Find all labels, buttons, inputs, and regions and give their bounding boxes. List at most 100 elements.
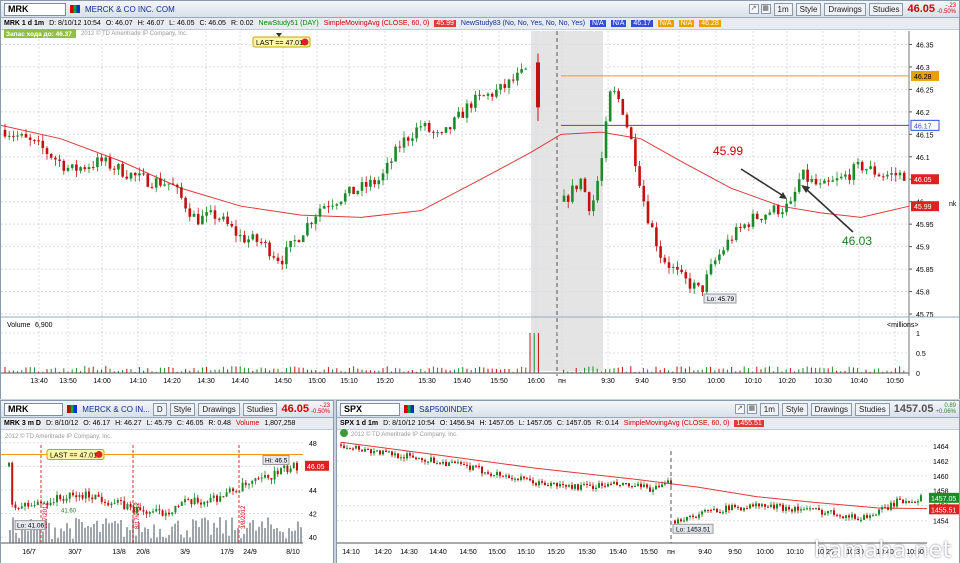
candle	[484, 472, 486, 474]
candle	[175, 184, 179, 188]
candle	[268, 242, 271, 257]
volume-bar	[189, 537, 191, 543]
symbol-input[interactable]: MRK	[4, 402, 64, 416]
flag-icon	[67, 405, 78, 413]
link-icon[interactable]: ↗	[734, 404, 745, 414]
close-icon	[95, 450, 103, 458]
candle	[235, 491, 238, 493]
candle	[842, 516, 844, 519]
candle	[638, 166, 641, 186]
volume-value: 6,900	[35, 322, 53, 329]
period-button[interactable]: 1m	[773, 2, 793, 16]
candle	[451, 461, 453, 463]
candle	[827, 511, 829, 514]
daily-price-chart[interactable]: 2012 © TD Ameritrade IP Company, Inc. 48 4…	[1, 431, 333, 563]
candle	[259, 241, 263, 243]
candle	[415, 127, 418, 139]
candle	[586, 483, 588, 485]
info-low: L: 45.79	[146, 420, 172, 427]
time-axis-label: 14:30	[400, 549, 418, 556]
volume-bar	[69, 528, 71, 543]
style-button[interactable]: Style	[169, 402, 196, 416]
candle	[36, 501, 39, 506]
candle	[33, 505, 36, 507]
studies-button[interactable]: Studies	[242, 402, 278, 416]
drawings-button[interactable]: Drawings	[198, 402, 240, 416]
candle	[465, 103, 469, 118]
symbol-input[interactable]: SPX	[340, 402, 400, 416]
info-date: D: 8/10/12 10:54	[383, 420, 435, 427]
candle	[749, 504, 751, 509]
candle	[607, 483, 609, 487]
volume-bar	[285, 538, 287, 543]
candle	[110, 503, 113, 506]
candle	[773, 504, 775, 509]
grid-icon[interactable]: ▦	[746, 404, 757, 414]
candle	[96, 157, 99, 168]
candle	[810, 179, 814, 182]
candle	[857, 518, 859, 521]
candle	[373, 451, 375, 454]
study-label-83[interactable]: NewStudy83 (No, No, Yes, No, No, Yes)	[461, 20, 585, 27]
info-close: C: 1457.05	[556, 420, 592, 427]
candle	[171, 512, 174, 515]
candle	[710, 509, 712, 511]
sma-label[interactable]: SimpleMovingAvg (CLOSE, 60, 0)	[624, 420, 730, 427]
volume-bar	[114, 521, 116, 543]
study-info-bar: MRK 1 d 1m D: 8/10/12 10:54 O: 46.07 H: …	[1, 18, 959, 30]
candle	[659, 246, 662, 258]
style-button[interactable]: Style	[795, 2, 822, 16]
candle	[466, 464, 468, 466]
price-tag-label: 46.17	[914, 123, 932, 130]
date-axis-label: 3/9	[180, 549, 190, 556]
studies-button[interactable]: Studies	[855, 402, 890, 416]
period-button[interactable]: 1m	[759, 402, 779, 416]
volume-bar	[279, 531, 281, 543]
time-axis-label: 15:30	[578, 549, 596, 556]
volume-bar	[60, 528, 62, 543]
candle	[41, 140, 45, 149]
candle	[677, 519, 679, 524]
candle	[59, 495, 62, 500]
volume-axis-label: 1	[916, 331, 920, 338]
candle	[123, 500, 126, 510]
sma-label[interactable]: SimpleMovingAvg (CLOSE, 60, 0)	[324, 20, 430, 27]
candle	[896, 498, 898, 507]
candle	[751, 213, 755, 227]
candle	[84, 491, 87, 499]
link-icon[interactable]: ↗	[748, 4, 759, 14]
time-axis-label: 15:40	[453, 378, 471, 385]
time-axis-label: 14:10	[342, 549, 360, 556]
candle	[619, 484, 621, 486]
time-axis-label: 15:20	[376, 378, 394, 385]
style-button[interactable]: Style	[781, 402, 808, 416]
time-axis-label: 14:00	[93, 378, 111, 385]
candle	[376, 450, 378, 452]
volume-bar	[282, 532, 284, 543]
na-value: N/A	[657, 20, 674, 27]
candle	[292, 462, 295, 469]
study-label-51[interactable]: NewStudy51 (DAY)	[259, 20, 319, 27]
candle	[869, 515, 871, 518]
candle	[781, 212, 784, 215]
period-button[interactable]: D	[152, 402, 167, 416]
candle	[718, 254, 721, 261]
time-axis-label: 9:40	[635, 378, 649, 385]
candle	[902, 499, 904, 503]
candle	[436, 132, 439, 134]
price-tag-label: 46.05	[914, 177, 932, 184]
candle	[88, 491, 90, 498]
grid-icon[interactable]: ▦	[760, 4, 771, 14]
symbol-input[interactable]: MRK	[4, 2, 66, 16]
price-tag-label: 46.28	[914, 74, 932, 81]
candle	[216, 495, 218, 502]
candle	[104, 157, 108, 162]
volume-bar	[225, 520, 227, 543]
main-price-chart[interactable]: 46.3546.346.2546.246.1546.146.054645.954…	[0, 29, 959, 399]
candle	[505, 475, 507, 477]
drawings-button[interactable]: Drawings	[824, 2, 866, 16]
candle	[684, 272, 688, 279]
candle	[97, 494, 100, 497]
drawings-button[interactable]: Drawings	[810, 402, 853, 416]
studies-button[interactable]: Studies	[868, 2, 904, 16]
